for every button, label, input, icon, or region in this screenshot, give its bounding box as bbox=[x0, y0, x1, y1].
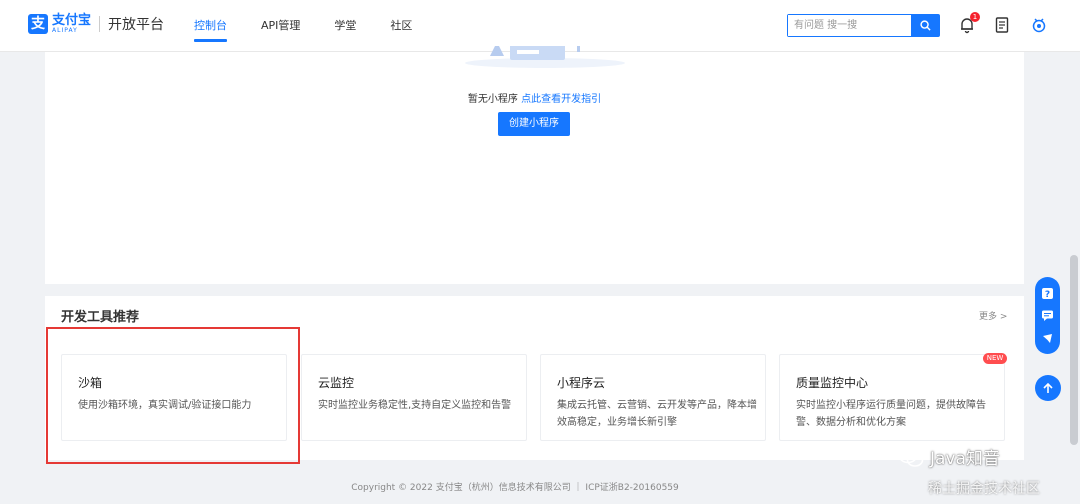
help-icon[interactable]: ? bbox=[1041, 287, 1054, 300]
back-to-top-button[interactable] bbox=[1035, 375, 1061, 401]
floating-toolbar: ? bbox=[1035, 277, 1060, 354]
main-nav: 控制台 API管理 学堂 社区 bbox=[194, 0, 446, 52]
watermark: Java知音 bbox=[898, 444, 1000, 469]
developer-guide-link[interactable]: 点此查看开发指引 bbox=[521, 94, 601, 105]
alipay-logo[interactable]: 支 支付宝 ALIPAY 开放平台 bbox=[28, 14, 164, 34]
page-scrollbar[interactable] bbox=[1070, 255, 1078, 445]
tool-card-mini-program-cloud[interactable]: 小程序云 集成云托管、云营销、云开发等产品，降本增效高稳定，业务增长新引擎 bbox=[540, 354, 766, 441]
create-mini-program-button[interactable]: 创建小程序 bbox=[498, 112, 570, 136]
tool-desc: 实时监控业务稳定性,支持自定义监控和告警 bbox=[318, 400, 512, 411]
nav-community[interactable]: 社区 bbox=[390, 0, 412, 52]
logo-en-text: ALIPAY bbox=[52, 27, 78, 34]
nav-console[interactable]: 控制台 bbox=[194, 0, 227, 52]
svg-text:?: ? bbox=[1045, 290, 1050, 300]
tool-name: 小程序云 bbox=[557, 376, 606, 390]
chat-icon[interactable] bbox=[1041, 309, 1054, 322]
wechat-icon bbox=[898, 446, 924, 467]
empty-message: 暂无小程序 bbox=[467, 94, 518, 105]
arrow-up-icon bbox=[1043, 382, 1053, 393]
watermark-sub: 稀土掘金技术社区 bbox=[928, 481, 1040, 497]
more-link[interactable]: 更多 > bbox=[979, 309, 1007, 322]
mini-program-panel: 暂无小程序 点此查看开发指引 创建小程序 bbox=[45, 46, 1024, 284]
settings-icon[interactable] bbox=[1030, 16, 1048, 34]
search-input[interactable] bbox=[788, 15, 911, 36]
dev-tools-title: 开发工具推荐 bbox=[61, 310, 140, 325]
top-header: 支 支付宝 ALIPAY 开放平台 控制台 API管理 学堂 社区 1 bbox=[0, 0, 1080, 52]
search-box bbox=[787, 14, 940, 37]
document-icon[interactable] bbox=[993, 16, 1011, 34]
search-icon bbox=[919, 20, 931, 31]
watermark-main: Java知音 bbox=[930, 449, 1000, 469]
platform-name: 开放平台 bbox=[108, 17, 165, 33]
nav-academy[interactable]: 学堂 bbox=[334, 0, 356, 52]
logo-divider bbox=[99, 16, 101, 32]
tool-desc: 集成云托管、云营销、云开发等产品，降本增效高稳定，业务增长新引擎 bbox=[557, 400, 757, 428]
tool-card-quality-monitor[interactable]: 质量监控中心 实时监控小程序运行质量问题，提供故障告警、数据分析和优化方案 bbox=[779, 354, 1005, 441]
tool-name: 云监控 bbox=[318, 376, 355, 390]
logo-cn-text: 支付宝 bbox=[52, 13, 92, 28]
tool-card-cloud-monitor[interactable]: 云监控 实时监控业务稳定性,支持自定义监控和告警 bbox=[301, 354, 527, 441]
nav-api-management[interactable]: API管理 bbox=[261, 0, 300, 52]
alipay-logo-icon: 支 bbox=[28, 14, 48, 34]
notification-badge: 1 bbox=[970, 12, 980, 22]
search-button[interactable] bbox=[911, 15, 939, 36]
tool-desc: 实时监控小程序运行质量问题，提供故障告警、数据分析和优化方案 bbox=[796, 400, 986, 428]
copyright-footer: Copyright © 2022 支付宝（杭州）信息技术有限公司 ｜ ICP证浙… bbox=[351, 483, 679, 493]
feedback-icon[interactable] bbox=[1041, 332, 1054, 345]
new-badge: NEW bbox=[983, 353, 1007, 364]
empty-state-illustration bbox=[465, 46, 625, 68]
tool-name: 质量监控中心 bbox=[796, 376, 869, 390]
sandbox-highlight-box bbox=[46, 327, 300, 464]
empty-state-text: 暂无小程序 点此查看开发指引 bbox=[45, 90, 1024, 105]
